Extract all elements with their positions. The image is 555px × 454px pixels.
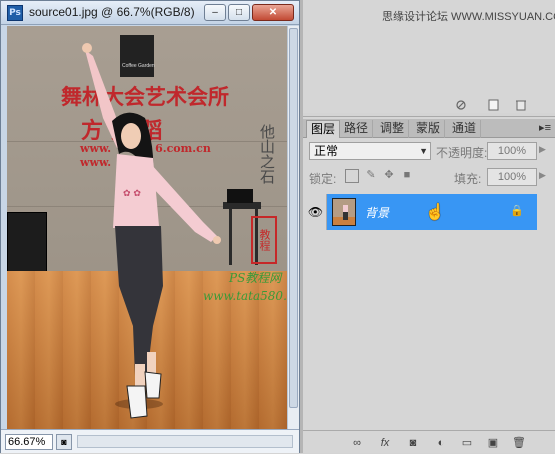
add-mask-icon[interactable]: ◙ [405, 435, 421, 451]
tab-layers[interactable]: 图层 [306, 120, 341, 138]
maximize-button[interactable]: □ [228, 4, 250, 21]
layers-panel: 图层 路径 调整 蒙版 通道 ▸≡ 正常 ▼ 不透明度: 100% ▶ 锁定: … [303, 116, 555, 453]
new-group-icon[interactable]: ▭ [459, 435, 475, 451]
tab-channels[interactable]: 通道 [448, 120, 482, 138]
image-canvas[interactable]: Coffee Garden 舞林大会艺术会所 方 舞 蹈 www. 6.com.… [7, 26, 287, 429]
horizontal-scrollbar[interactable] [77, 435, 293, 448]
layer-thumbnail [332, 198, 356, 226]
site-watermark: 思缘设计论坛 WWW.MISSYUAN.COM [382, 11, 555, 23]
chevron-down-icon: ▼ [419, 146, 428, 156]
layer-name[interactable]: 背景 [365, 204, 389, 221]
adjustment-layer-icon[interactable]: ◐ [433, 435, 449, 451]
hand-cursor-icon: ☝ [425, 204, 445, 221]
panel-menu-icon[interactable]: ▸≡ [539, 121, 551, 134]
tab-masks[interactable]: 蒙版 [412, 120, 446, 138]
photoshop-logo-icon: Ps [7, 5, 23, 21]
blend-mode-value: 正常 [314, 144, 339, 158]
lock-icon: 🔒 [510, 205, 524, 217]
status-info-icon[interactable]: ◙ [56, 434, 72, 450]
fill-field[interactable]: 100% [487, 168, 537, 186]
blend-mode-select[interactable]: 正常 ▼ [309, 142, 431, 160]
zoom-level-field[interactable]: 66.67% [5, 434, 53, 450]
document-titlebar[interactable]: Ps source01.jpg @ 66.7%(RGB/8) – □ ✕ [1, 1, 299, 25]
fill-arrow-icon[interactable]: ▶ [539, 170, 546, 181]
opacity-arrow-icon[interactable]: ▶ [539, 144, 546, 155]
vertical-scrollbar[interactable] [287, 26, 299, 429]
lock-label: 锁定: [309, 172, 337, 186]
fill-label: 填充: [454, 172, 482, 186]
document-window: Ps source01.jpg @ 66.7%(RGB/8) – □ ✕ Cof… [0, 0, 300, 453]
fx-icon[interactable]: fx [377, 435, 393, 451]
document-title: source01.jpg @ 66.7%(RGB/8) [29, 5, 195, 19]
dancer-figure: ✿ ✿ [82, 43, 221, 419]
status-bar: 66.67% ◙ [1, 429, 299, 453]
eye-icon[interactable]: 👁 [305, 194, 327, 230]
layers-bottom-toolbar: ∞ fx ◙ ◐ ▭ ▣ 🗑 [303, 430, 555, 454]
panel-tabs: 图层 路径 调整 蒙版 通道 ▸≡ [303, 119, 555, 138]
lock-position-icon[interactable]: ✥ [382, 169, 396, 183]
new-layer-icon[interactable]: ▣ [485, 435, 501, 451]
new-icon [488, 99, 499, 111]
opacity-label: 不透明度: [436, 146, 488, 160]
trash-icon[interactable]: 🗑 [511, 435, 527, 451]
minimize-button[interactable]: – [204, 4, 226, 21]
upper-panel-icons [456, 99, 526, 111]
svg-text:✿ ✿: ✿ ✿ [123, 189, 141, 199]
lock-brush-icon[interactable]: ✎ [364, 169, 378, 183]
close-button[interactable]: ✕ [252, 4, 294, 21]
layer-row-background[interactable]: 👁 背景 ☝ 🔒 [305, 194, 537, 230]
tab-paths[interactable]: 路径 [340, 120, 374, 138]
thumbnail-image [333, 205, 355, 225]
watermark-url: www.tata580.com [203, 289, 287, 303]
link-layers-icon[interactable]: ∞ [349, 435, 365, 451]
scroll-thumb[interactable] [289, 28, 298, 408]
tab-adjustments[interactable]: 调整 [376, 120, 410, 138]
opacity-field[interactable]: 100% [487, 142, 537, 160]
trash-icon [516, 100, 526, 111]
red-seal-stamp: 教程 [251, 216, 277, 264]
lock-transparency-icon[interactable] [345, 169, 359, 183]
watermark-ps-tutorial: PS教程网 [229, 271, 282, 285]
lock-all-icon[interactable]: ■ [400, 169, 414, 183]
